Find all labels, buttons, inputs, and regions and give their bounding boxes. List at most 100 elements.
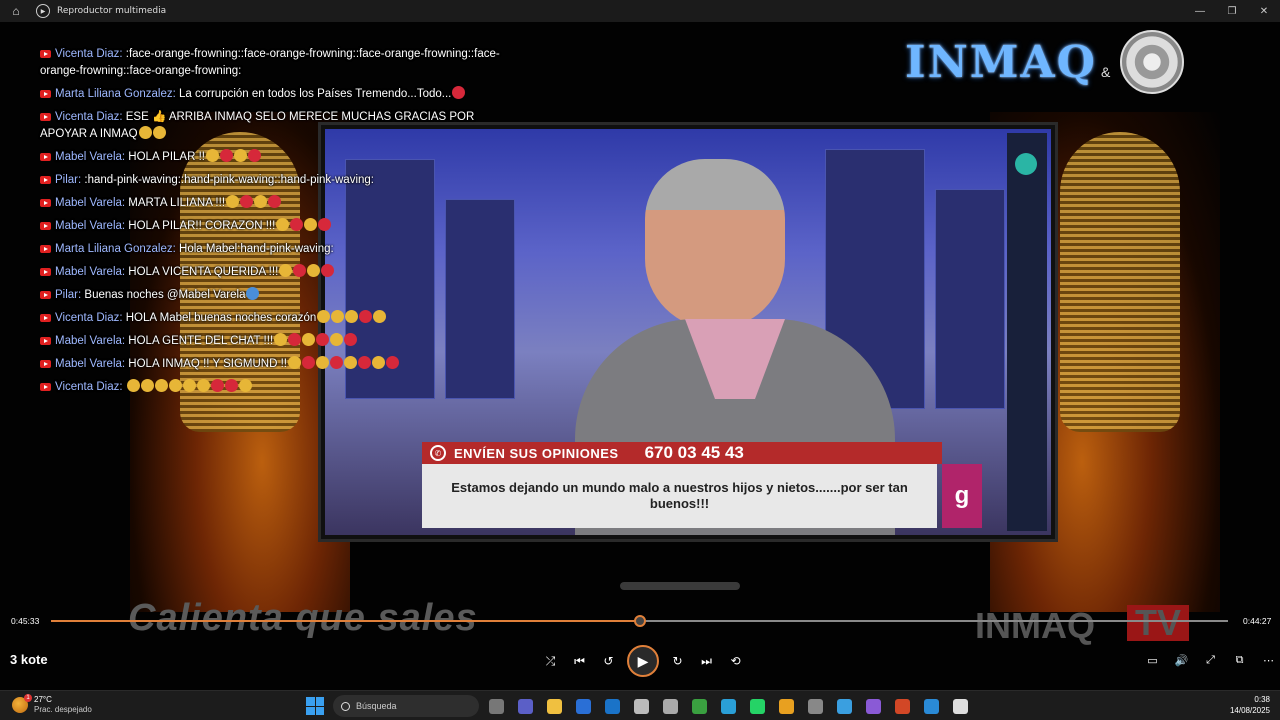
powerpoint-icon[interactable] [890, 695, 914, 717]
previous-button[interactable]: ⏮ [565, 646, 594, 676]
teams-icon[interactable] [513, 695, 537, 717]
emoji-icon [240, 195, 254, 208]
chat-text: Hola Mabel:hand-pink-waving: [179, 243, 334, 255]
elapsed-time: 0:45:33 [11, 616, 40, 626]
chat-text: MARTA LILIANA !!! [128, 197, 226, 209]
system-clock[interactable]: 0:38 14/08/2025 [1230, 694, 1270, 716]
emoji-icon [302, 333, 316, 346]
emoji-icon [302, 356, 315, 369]
emoji-icon [268, 195, 282, 208]
emoji-icon [330, 333, 344, 346]
fullscreen-button[interactable]: ⤢ [1196, 645, 1225, 675]
next-button[interactable]: ⏭ [692, 646, 721, 676]
outlook-icon[interactable] [600, 695, 624, 717]
seal-logo [1120, 30, 1185, 94]
seek-thumb[interactable] [633, 615, 646, 627]
clock-date: 14/08/2025 [1229, 706, 1270, 715]
weather-widget[interactable]: 1 27°C Prac. despejado [12, 694, 92, 715]
chat-author: Marta Liliana Gonzalez: [55, 88, 180, 100]
play-button[interactable]: ▶ [627, 645, 659, 677]
track-title: 3 kote [10, 652, 48, 667]
chrome-icon[interactable] [774, 695, 798, 717]
youtube-icon [40, 244, 51, 253]
emoji-icon [274, 333, 288, 346]
volume-button[interactable]: 🔊 [1167, 645, 1196, 675]
whatsapp-icon[interactable] [745, 695, 769, 717]
subtitles-button[interactable]: ▭ [1138, 645, 1167, 675]
emoji-icon [290, 218, 304, 231]
edge-icon[interactable] [716, 695, 740, 717]
miniplayer-button[interactable]: ⧉ [1225, 645, 1254, 675]
emoji-icon [210, 379, 224, 392]
lower-third: ✆ ENVÍEN SUS OPINIONES 670 03 45 43 Esta… [422, 442, 982, 532]
task-view-icon[interactable] [484, 695, 508, 717]
chat-author: Mabel Varela: [55, 220, 129, 232]
emoji-icon [318, 218, 332, 231]
emoji-icon [316, 333, 330, 346]
emoji-icon [152, 126, 166, 139]
emoji-icon [344, 356, 357, 369]
channel-badge: g [942, 464, 982, 528]
media-player-icon: ▶ [36, 4, 50, 18]
home-icon[interactable]: ⌂ [0, 0, 32, 22]
close-button[interactable]: ✕ [1248, 0, 1280, 22]
chat-message: Mabel Varela: HOLA VICENTA QUERIDA !!! [40, 264, 510, 281]
more-options-button[interactable]: ⋯ [1254, 645, 1280, 675]
shield-icon[interactable] [803, 695, 827, 717]
emoji-icon [307, 264, 321, 277]
chat-message: Mabel Varela: HOLA PILAR !! [40, 149, 510, 166]
emoji-icon [331, 310, 345, 323]
slogan-text: Calienta que sales [128, 597, 478, 639]
chat-author: Vicenta Diaz: [55, 381, 126, 393]
seek-bar[interactable] [51, 615, 1228, 627]
youtube-icon [40, 175, 51, 184]
chat-message: Marta Liliana Gonzalez: Hola Mabel:hand-… [40, 241, 510, 258]
start-button[interactable] [306, 697, 324, 715]
live-chat-overlay: Vicenta Diaz: :face-orange-frowning::fac… [40, 46, 510, 402]
emoji-icon [288, 356, 301, 369]
search-icon [341, 701, 350, 711]
chat-message: Vicenta Diaz: [40, 379, 510, 396]
search-placeholder: Búsqueda [356, 701, 397, 711]
telegram-icon[interactable] [832, 695, 856, 717]
cube-icon[interactable] [658, 695, 682, 717]
emoji-icon [358, 356, 371, 369]
emoji-icon [372, 356, 385, 369]
video-surface[interactable]: ✆ ENVÍEN SUS OPINIONES 670 03 45 43 Esta… [0, 22, 1280, 690]
shuffle-button[interactable]: ⤮ [536, 646, 565, 676]
repeat-button[interactable]: ⟲ [721, 646, 750, 676]
chat-text: HOLA PILAR!! CORAZON !!! [128, 220, 276, 232]
lower-third-text: Estamos dejando un mundo malo a nuestros… [451, 480, 908, 511]
secondary-controls: ▭ 🔊 ⤢ ⧉ ⋯ [1138, 645, 1280, 675]
youtube-icon [40, 221, 51, 230]
media-player-icon[interactable] [948, 695, 972, 717]
emoji-icon [345, 310, 359, 323]
chat-text: HOLA GENTE DEL CHAT !!! [128, 335, 274, 347]
emoji-icon [330, 356, 343, 369]
emoji-icon [246, 287, 260, 300]
youtube-icon [40, 152, 51, 161]
circle-app-icon[interactable] [861, 695, 885, 717]
paint-icon[interactable] [919, 695, 943, 717]
camtasia-icon[interactable] [687, 695, 711, 717]
search-box[interactable]: Búsqueda [333, 695, 479, 717]
emoji-icon [226, 195, 240, 208]
watermark-tv: TV [1127, 605, 1190, 641]
chat-message: Vicenta Diaz: :face-orange-frowning::fac… [40, 46, 510, 80]
chat-message: Vicenta Diaz: HOLA Mabel buenas noches c… [40, 310, 510, 327]
emoji-icon [344, 333, 358, 346]
skip-back-button[interactable]: ↺ [594, 646, 623, 676]
file-explorer-icon[interactable] [542, 695, 566, 717]
opinions-label: ENVÍEN SUS OPINIONES [454, 445, 619, 461]
window-title: Reproductor multimedia [57, 6, 167, 16]
maximize-button[interactable]: ❐ [1216, 0, 1248, 22]
emoji-icon [316, 356, 329, 369]
chrome-alt-icon[interactable] [629, 695, 653, 717]
skip-forward-button[interactable]: ↻ [663, 646, 692, 676]
chat-text: HOLA PILAR !! [128, 151, 205, 163]
minimize-button[interactable]: — [1184, 0, 1216, 22]
emoji-icon [220, 149, 233, 162]
chat-author: Marta Liliana Gonzalez: [55, 243, 180, 255]
store-icon[interactable] [571, 695, 595, 717]
emoji-icon [238, 379, 252, 392]
